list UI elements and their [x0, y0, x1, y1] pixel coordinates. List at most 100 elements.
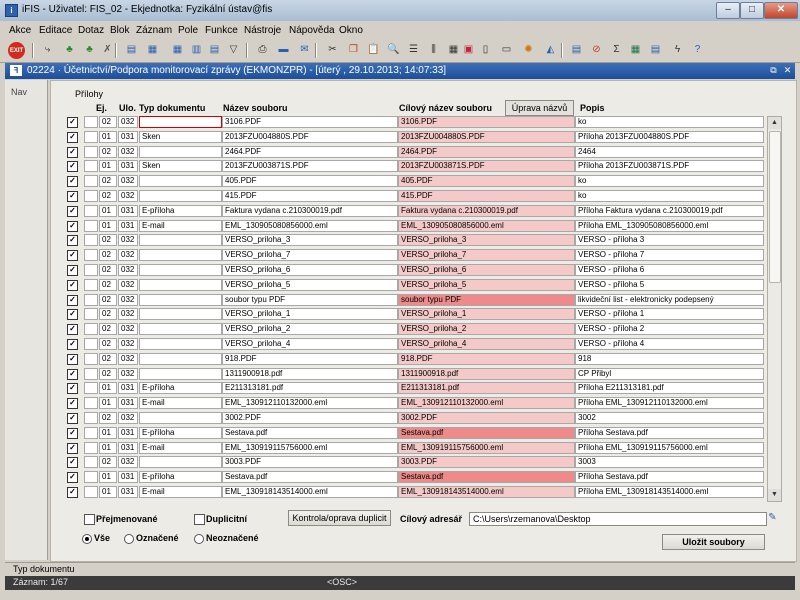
cell-nazev[interactable]: Sestava.pdf [222, 426, 398, 439]
cell-typ[interactable]: E-mail [139, 397, 222, 410]
cell-ej[interactable]: 02 [99, 338, 117, 350]
cilovy-adresar-input[interactable]: C:\Users\rzemanova\Desktop [469, 512, 767, 526]
menu-zaznam[interactable]: Záznam [136, 25, 172, 36]
cell-ulo[interactable]: 032 [118, 234, 138, 247]
bookmark-icon[interactable]: ◭ [543, 42, 558, 57]
row-flag-cell[interactable] [84, 382, 98, 395]
cell-ej[interactable]: 02 [99, 264, 117, 276]
table-row[interactable]: ✓ 02 032 VERSO_priloha_5 VERSO_priloha_5 VERS… [64, 278, 764, 293]
exit-icon[interactable]: EXIT [8, 42, 25, 59]
cell-ulo[interactable]: 032 [118, 116, 138, 128]
calendar-icon[interactable]: ▤ [648, 42, 663, 57]
cell-popis[interactable]: Příloha EML_130919115756000.eml [575, 441, 764, 454]
cell-typ[interactable]: Sken [139, 160, 222, 173]
sum-icon[interactable]: Σ [609, 42, 624, 57]
restore-icon[interactable]: ⧉ [768, 65, 779, 76]
cell-ej[interactable]: 01 [99, 441, 117, 454]
row-select-checkbox[interactable]: ✓ [67, 353, 78, 365]
cell-cil[interactable]: VERSO_priloha_4 [398, 338, 575, 350]
document-icon[interactable]: ▯ [478, 42, 493, 57]
cell-popis[interactable]: CP Přibyl [575, 367, 764, 380]
table-row[interactable]: ✓ 02 032 1311900918.pdf 1311900918.pdf CP Při… [64, 367, 764, 382]
cell-ulo[interactable]: 031 [118, 382, 138, 395]
table-row[interactable]: ✓ 01 031 E-mail EML_130912110132000.eml EML_1… [64, 396, 764, 411]
row-flag-cell[interactable] [84, 397, 98, 410]
cell-popis[interactable]: Příloha Faktura vydana c.210300019.pdf [575, 204, 764, 217]
menu-funkce[interactable]: Funkce [205, 25, 238, 36]
cell-typ[interactable] [139, 234, 222, 247]
cell-cil[interactable]: 2464.PDF [398, 145, 575, 158]
table-row[interactable]: ✓ 02 032 2464.PDF 2464.PDF 2464 [64, 145, 764, 160]
tree-check-icon[interactable]: ♣ [82, 42, 97, 57]
cell-ej[interactable]: 02 [99, 234, 117, 247]
cell-typ[interactable]: E-příloha [139, 426, 222, 439]
row-select-checkbox[interactable]: ✓ [67, 117, 78, 128]
cell-nazev[interactable]: EML_130919115756000.eml [222, 441, 398, 454]
scroll-thumb[interactable] [769, 131, 781, 283]
cell-nazev[interactable]: 2464.PDF [222, 145, 398, 158]
table-row[interactable]: ✓ 02 032 VERSO_priloha_6 VERSO_priloha_6 VERS… [64, 263, 764, 278]
row-select-checkbox[interactable]: ✓ [67, 294, 78, 306]
cell-ej[interactable]: 02 [99, 278, 117, 291]
cell-popis[interactable]: VERSO - příloha 4 [575, 338, 764, 350]
mail-icon[interactable]: ✉ [297, 42, 312, 57]
cell-popis[interactable]: Příloha 2013FZU003871S.PDF [575, 160, 764, 173]
row-flag-cell[interactable] [84, 338, 98, 350]
row-flag-cell[interactable] [84, 204, 98, 217]
cell-typ[interactable]: E-příloha [139, 382, 222, 395]
cell-ulo[interactable]: 032 [118, 278, 138, 291]
cell-ulo[interactable]: 032 [118, 352, 138, 365]
row-select-checkbox[interactable]: ✓ [67, 398, 78, 410]
row-select-checkbox[interactable]: ✓ [67, 457, 78, 469]
cell-typ[interactable] [139, 249, 222, 262]
cell-cil[interactable]: Sestava.pdf [398, 426, 575, 439]
cell-ej[interactable]: 02 [99, 190, 117, 202]
cell-cil[interactable]: E211313181.pdf [398, 382, 575, 395]
duplicitni-checkbox[interactable] [194, 514, 205, 525]
list-icon[interactable]: ☰ [406, 42, 421, 57]
cell-cil[interactable]: EML_130912110132000.eml [398, 397, 575, 410]
cell-typ[interactable] [139, 278, 222, 291]
row-flag-cell[interactable] [84, 249, 98, 262]
grid-icon[interactable]: ▦ [446, 42, 461, 57]
table-row[interactable]: ✓ 01 031 E-mail EML_130919115756000.eml EML_1… [64, 441, 764, 456]
cell-cil[interactable]: EML_130919115756000.eml [398, 441, 575, 454]
cell-nazev[interactable]: 415.PDF [222, 190, 398, 202]
table-row[interactable]: ✓ 02 032 VERSO_priloha_3 VERSO_priloha_3 VERS… [64, 233, 764, 248]
row-flag-cell[interactable] [84, 426, 98, 439]
menu-editace[interactable]: Editace [39, 25, 72, 36]
cell-ulo[interactable]: 032 [118, 367, 138, 380]
cell-ulo[interactable]: 032 [118, 293, 138, 306]
cell-nazev[interactable]: EML_130905080856000.eml [222, 219, 398, 232]
excel-icon[interactable]: ▦ [628, 42, 643, 57]
cell-nazev[interactable]: 405.PDF [222, 175, 398, 188]
cell-ulo[interactable]: 032 [118, 190, 138, 202]
pdf-icon[interactable]: ▣ [461, 42, 476, 57]
table-row[interactable]: ✓ 02 032 3106.PDF 3106.PDF ko [64, 115, 764, 130]
cell-ej[interactable]: 01 [99, 160, 117, 173]
help-icon[interactable]: ? [690, 42, 705, 57]
cell-ulo[interactable]: 031 [118, 204, 138, 217]
cell-popis[interactable]: 2464 [575, 145, 764, 158]
stop-icon[interactable]: ⊘ [589, 42, 604, 57]
menu-blok[interactable]: Blok [110, 25, 129, 36]
table-row[interactable]: ✓ 02 032 918.PDF 918.PDF 918 [64, 352, 764, 367]
cell-ej[interactable]: 01 [99, 486, 117, 498]
row-select-checkbox[interactable]: ✓ [67, 339, 78, 350]
export-icon[interactable]: ▬ [276, 42, 291, 57]
row-flag-cell[interactable] [84, 367, 98, 380]
cell-typ[interactable]: E-příloha [139, 204, 222, 217]
row-flag-cell[interactable] [84, 160, 98, 173]
cell-nazev[interactable]: VERSO_priloha_1 [222, 308, 398, 321]
cell-ulo[interactable]: 031 [118, 471, 138, 484]
cell-typ[interactable] [139, 323, 222, 336]
menu-napoveda[interactable]: Nápověda [289, 25, 335, 36]
cell-typ[interactable] [139, 293, 222, 306]
cell-cil[interactable]: 918.PDF [398, 352, 575, 365]
cell-ej[interactable]: 01 [99, 397, 117, 410]
cell-ej[interactable]: 02 [99, 308, 117, 321]
scroll-down-icon[interactable]: ▼ [768, 489, 781, 501]
cell-popis[interactable]: VERSO - příloha 3 [575, 234, 764, 247]
row-select-checkbox[interactable]: ✓ [67, 161, 78, 173]
cell-popis[interactable]: Příloha Sestava.pdf [575, 471, 764, 484]
